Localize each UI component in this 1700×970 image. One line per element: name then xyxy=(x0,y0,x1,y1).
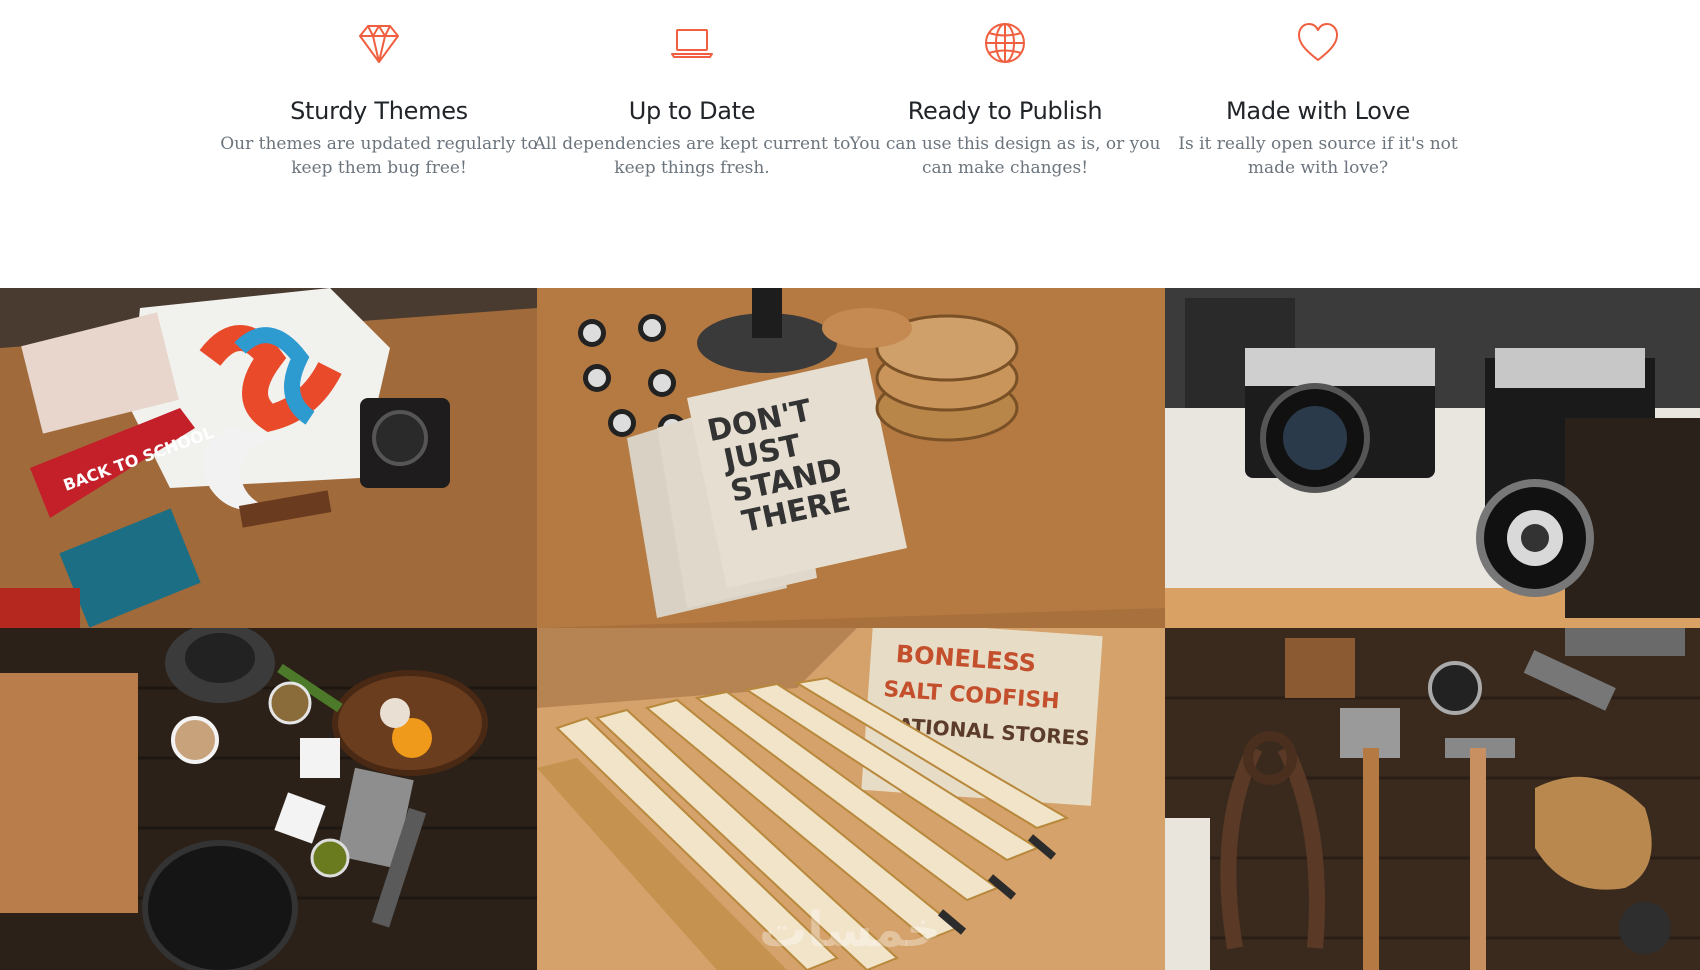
feature-title: Ready to Publish xyxy=(907,97,1103,125)
feature-text: All dependencies are kept current to kee… xyxy=(533,134,851,178)
globe-icon xyxy=(985,23,1025,63)
feature-title: Made with Love xyxy=(1226,97,1410,125)
portfolio-item-1[interactable]: BACK TO SCHOOL xyxy=(0,288,537,628)
feature-text: Is it really open source if it's not mad… xyxy=(1178,134,1458,178)
feature-title: Up to Date xyxy=(628,97,756,125)
photo-kitchen xyxy=(0,628,537,970)
feature-sturdy-themes: Sturdy Themes Our themes are updated reg… xyxy=(219,20,539,180)
photo-cameras xyxy=(1165,288,1700,628)
photo-flatlay-shirt: BACK TO SCHOOL xyxy=(0,288,537,628)
feature-up-to-date: Up to Date All dependencies are kept cur… xyxy=(532,20,852,180)
portfolio-item-3[interactable] xyxy=(1165,288,1700,628)
photo-tools xyxy=(1165,628,1700,970)
portfolio-item-2[interactable]: DON'T JUST STAND THERE xyxy=(537,288,1165,628)
feature-text: You can use this design as is, or you ca… xyxy=(849,134,1161,178)
feature-ready-to-publish: Ready to Publish You can use this design… xyxy=(845,20,1165,180)
portfolio-item-6[interactable] xyxy=(1165,628,1700,970)
feature-text: Our themes are updated regularly to keep… xyxy=(220,134,538,178)
portfolio-item-4[interactable] xyxy=(0,628,537,970)
feature-title: Sturdy Themes xyxy=(290,97,468,125)
diamond-icon xyxy=(359,25,399,63)
laptop-icon xyxy=(671,29,713,58)
photo-notebooks: DON'T JUST STAND THERE xyxy=(537,288,1165,628)
heart-icon xyxy=(1298,23,1338,61)
portfolio-gallery: BACK TO SCHOOL DON'T JUST STAND THERE BO… xyxy=(0,288,1700,970)
feature-made-with-love: Made with Love Is it really open source … xyxy=(1158,20,1478,180)
services-section: Sturdy Themes Our themes are updated reg… xyxy=(0,0,1700,288)
watermark: خمسات xyxy=(759,902,941,958)
